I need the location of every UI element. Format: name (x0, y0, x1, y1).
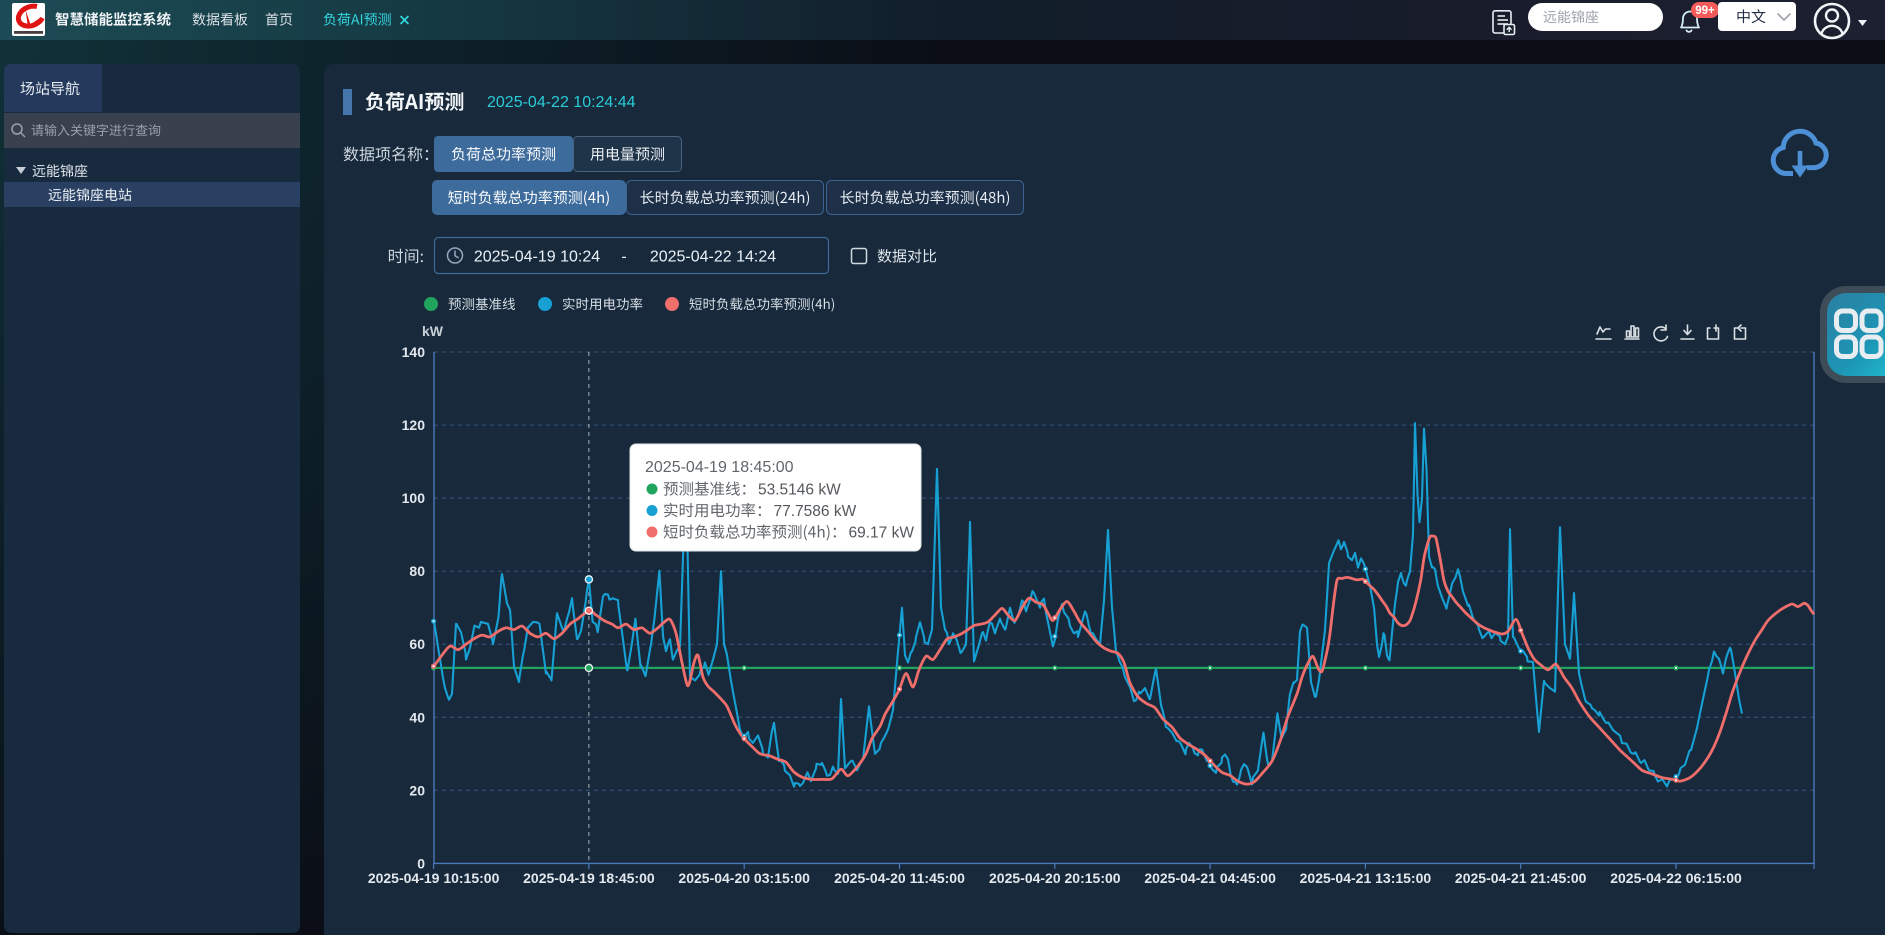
svg-text:120: 120 (402, 417, 426, 433)
svg-text:2025-04-19 10:15:00: 2025-04-19 10:15:00 (368, 870, 500, 886)
svg-text:60: 60 (409, 636, 425, 652)
svg-text:2025-04-19 10:24: 2025-04-19 10:24 (474, 249, 600, 266)
svg-text:80: 80 (409, 563, 425, 579)
svg-text:kW: kW (422, 323, 444, 339)
svg-text:20: 20 (409, 782, 425, 798)
svg-text:77.7586 kW: 77.7586 kW (774, 503, 857, 520)
svg-text:2025-04-21 04:45:00: 2025-04-21 04:45:00 (1144, 870, 1276, 886)
svg-text:-: - (621, 249, 626, 266)
svg-text:2025-04-20 11:45:00: 2025-04-20 11:45:00 (834, 870, 965, 886)
svg-text:100: 100 (402, 490, 426, 506)
svg-text:2025-04-19 18:45:00: 2025-04-19 18:45:00 (645, 459, 794, 476)
svg-text:2025-04-19 18:45:00: 2025-04-19 18:45:00 (523, 870, 655, 886)
svg-text:0: 0 (417, 855, 425, 871)
svg-text:2025-04-20 03:15:00: 2025-04-20 03:15:00 (678, 870, 810, 886)
svg-text:40: 40 (409, 709, 425, 725)
svg-text:53.5146 kW: 53.5146 kW (758, 482, 841, 499)
svg-text:2025-04-21 13:15:00: 2025-04-21 13:15:00 (1300, 870, 1432, 886)
svg-text:2025-04-22 14:24: 2025-04-22 14:24 (650, 249, 776, 266)
svg-text:2025-04-22 10:24:44: 2025-04-22 10:24:44 (487, 94, 636, 111)
svg-text:99+: 99+ (1695, 5, 1715, 17)
svg-text:69.17 kW: 69.17 kW (849, 525, 915, 542)
svg-text:2025-04-21 21:45:00: 2025-04-21 21:45:00 (1455, 870, 1587, 886)
svg-text:2025-04-20 20:15:00: 2025-04-20 20:15:00 (989, 870, 1121, 886)
svg-text:140: 140 (402, 344, 426, 360)
svg-text:2025-04-22 06:15:00: 2025-04-22 06:15:00 (1610, 870, 1742, 886)
